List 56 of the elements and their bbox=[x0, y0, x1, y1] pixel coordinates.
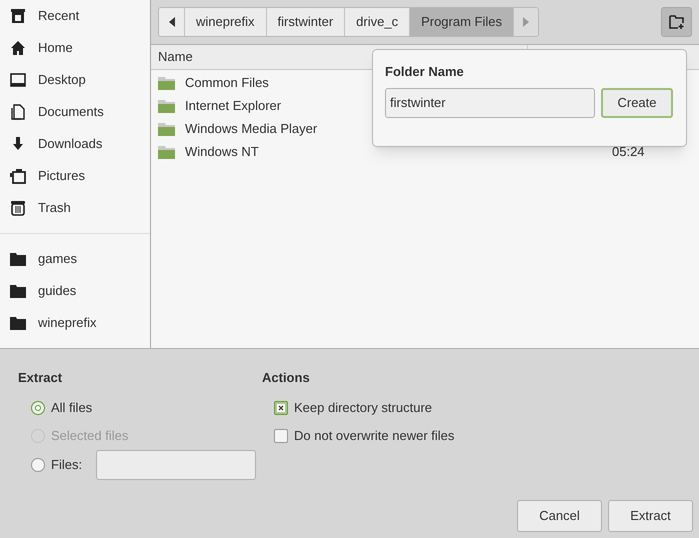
checkbox-label: Do not overwrite newer files bbox=[294, 426, 454, 445]
files-field[interactable] bbox=[96, 450, 256, 480]
file-name[interactable]: Internet Explorer bbox=[185, 96, 282, 116]
file-name[interactable]: Windows NT bbox=[185, 142, 259, 162]
path-segment[interactable]: wineprefix bbox=[185, 8, 267, 36]
folder-name-field[interactable]: firstwinter bbox=[385, 88, 595, 118]
folder-icon bbox=[158, 76, 175, 90]
modified-time: 05:24 bbox=[612, 142, 645, 161]
sidebar-item[interactable]: Home bbox=[0, 32, 150, 64]
monitor-icon bbox=[10, 72, 26, 88]
checkbox-label: Keep directory structure bbox=[294, 398, 432, 417]
folder-icon bbox=[158, 98, 175, 112]
sidebar-item[interactable]: Pictures bbox=[0, 160, 150, 192]
sidebar-item[interactable]: guides bbox=[0, 275, 150, 307]
sidebar-item[interactable]: games bbox=[0, 243, 150, 275]
folder-icon bbox=[10, 284, 26, 298]
new-folder-button[interactable] bbox=[661, 7, 692, 37]
section-title: Actions bbox=[262, 369, 311, 387]
new-folder-icon bbox=[668, 15, 684, 29]
dialog-button[interactable]: Cancel bbox=[517, 500, 602, 532]
recent-icon bbox=[10, 8, 26, 24]
path-segment[interactable]: Program Files bbox=[410, 8, 514, 36]
radio-label: Files: bbox=[51, 456, 82, 474]
sidebar-item[interactable]: Trash bbox=[0, 192, 150, 224]
sidebar-item[interactable]: Documents bbox=[0, 96, 150, 128]
sidebar-item[interactable]: Recent bbox=[0, 0, 150, 32]
dialog-button[interactable]: Extract bbox=[608, 500, 693, 532]
file-name[interactable]: Common Files bbox=[185, 72, 269, 92]
path-segment[interactable]: firstwinter bbox=[266, 8, 346, 36]
check-icon bbox=[277, 404, 285, 412]
section-title: Extract bbox=[18, 369, 64, 387]
folder-icon bbox=[10, 316, 26, 330]
folder-icon bbox=[158, 122, 175, 136]
scroll-right-button[interactable] bbox=[514, 8, 538, 36]
radio-label: Selected files bbox=[51, 426, 128, 445]
folder-icon bbox=[158, 144, 175, 158]
picture-icon bbox=[10, 168, 26, 184]
scroll-left-button[interactable] bbox=[159, 8, 185, 36]
checkbox[interactable] bbox=[274, 400, 288, 414]
right-arrow-icon bbox=[523, 17, 529, 27]
trash-icon bbox=[10, 200, 26, 216]
folder-icon bbox=[10, 252, 26, 266]
create-button[interactable]: Create bbox=[601, 88, 673, 118]
radio-label: All files bbox=[51, 398, 92, 417]
left-arrow-icon bbox=[168, 17, 174, 27]
sidebar-item[interactable]: wineprefix bbox=[0, 307, 150, 339]
checkbox[interactable] bbox=[274, 428, 288, 442]
radio-button[interactable] bbox=[31, 458, 45, 472]
file-name[interactable]: Windows Media Player bbox=[185, 118, 318, 138]
document-icon bbox=[10, 104, 26, 120]
radio-button[interactable] bbox=[31, 400, 45, 414]
sidebar-item[interactable]: Desktop bbox=[0, 64, 150, 96]
download-icon bbox=[10, 136, 26, 152]
home-icon bbox=[10, 40, 26, 56]
sidebar-item[interactable]: Downloads bbox=[0, 128, 150, 160]
path-segment[interactable]: drive_c bbox=[345, 8, 410, 36]
